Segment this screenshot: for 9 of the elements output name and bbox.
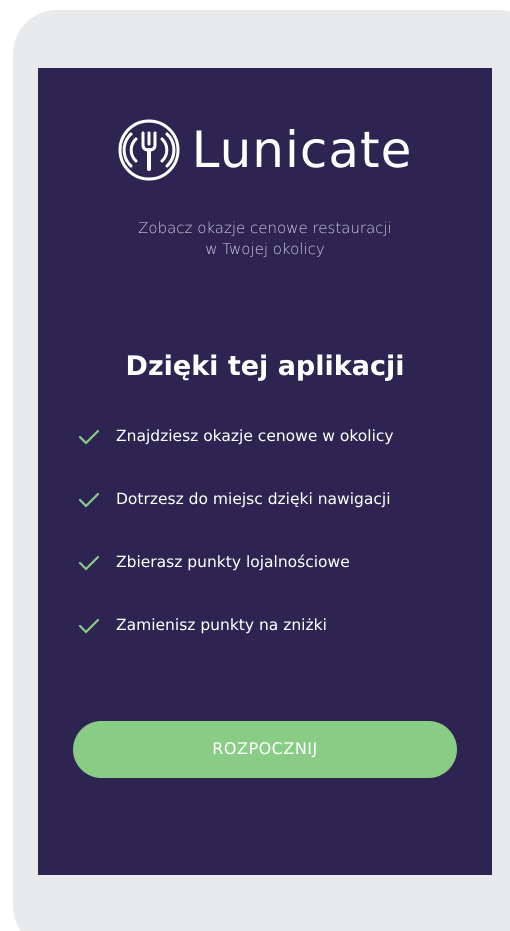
feature-text: Zamienisz punkty na zniżki [116, 615, 327, 636]
heading: Dzięki tej aplikacji [126, 350, 404, 384]
feature-text: Dotrzesz do miejsc dzięki nawigacji [116, 489, 391, 510]
subtitle: Zobacz okazje cenowe restauracji w Twojej okolicy [138, 218, 392, 260]
start-button[interactable]: ROZPOCZNIJ [73, 720, 457, 778]
feature-text: Znajdziesz okazje cenowe w okolicy [116, 426, 394, 448]
feature-text: Zbierasz punkty lojalnościowe [116, 552, 350, 574]
logo-text: Lunicate [192, 125, 412, 175]
fork-logo-icon [118, 119, 180, 181]
